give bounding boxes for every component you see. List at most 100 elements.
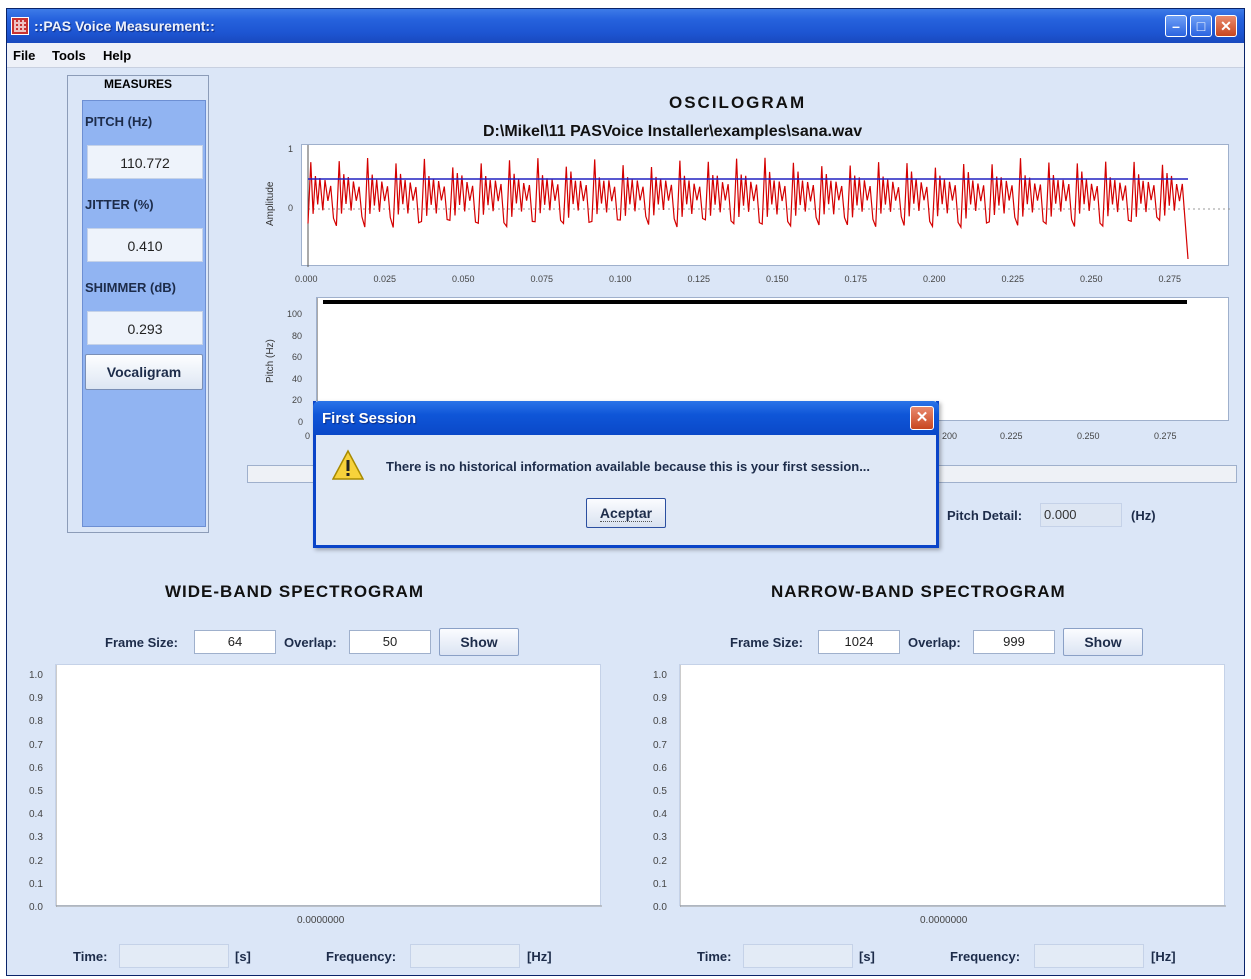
pitch-ytick: 20 [292, 395, 303, 405]
measures-group: MEASURES PITCH (Hz) 110.772 JITTER (%) 0… [67, 75, 209, 533]
narrow-band-plot[interactable] [679, 664, 1226, 907]
narrow-ytick: 0.5 [653, 786, 667, 797]
osc-xtick: 0.250 [1080, 274, 1103, 284]
narrow-time-label: Time: [697, 949, 732, 964]
pitch-xtick: 0.225 [1000, 431, 1023, 441]
wide-overlap-label: Overlap: [284, 635, 337, 650]
wide-overlap-input[interactable]: 50 [349, 630, 431, 654]
osc-xtick: 0.025 [373, 274, 397, 284]
pitch-xtick: 200 [942, 431, 958, 441]
pitch-ytick: 100 [287, 309, 303, 319]
oscilogram-title: OSCILOGRAM [669, 93, 807, 112]
narrow-ytick: 0.7 [653, 739, 667, 751]
dialog-title-bar[interactable]: First Session ✕ [313, 401, 939, 435]
narrow-overlap-label: Overlap: [908, 635, 961, 650]
narrow-time-field[interactable] [743, 944, 853, 968]
warning-icon [332, 449, 364, 480]
dialog-close-button[interactable]: ✕ [910, 406, 934, 430]
shimmer-label: SHIMMER (dB) [85, 280, 176, 295]
pitch-ytick: 60 [292, 352, 303, 362]
amp-tick-0: 0 [288, 203, 294, 213]
amp-tick-1: 1 [288, 144, 294, 154]
narrow-ytick: 0.1 [653, 878, 667, 890]
wide-ytick: 0.2 [29, 855, 43, 867]
narrow-ytick: 0.6 [653, 762, 667, 774]
measures-panel: PITCH (Hz) 110.772 JITTER (%) 0.410 SHIM… [82, 100, 206, 527]
close-button[interactable]: ✕ [1215, 15, 1237, 37]
pitch-xtick: 0.250 [1077, 431, 1100, 441]
narrow-ytick: 0.8 [653, 716, 667, 728]
narrow-show-button[interactable]: Show [1063, 628, 1143, 656]
menu-file[interactable]: File [13, 48, 35, 63]
wide-time-label: Time: [73, 949, 108, 964]
narrow-ytick: 0.3 [653, 832, 667, 844]
vocaligram-button[interactable]: Vocaligram [85, 354, 203, 390]
menu-bar: File Tools Help [7, 43, 1244, 68]
wide-ytick: 0.4 [29, 809, 43, 821]
osc-xtick: 0.100 [609, 274, 632, 284]
osc-xtick: 0.075 [530, 274, 554, 284]
narrow-overlap-input[interactable]: 999 [973, 630, 1055, 654]
wide-frequency-field[interactable] [410, 944, 520, 968]
wide-ytick: 0.3 [29, 832, 43, 844]
maximize-button[interactable]: □ [1190, 15, 1212, 37]
osc-xtick: 0.175 [844, 274, 868, 284]
waveform-line [307, 157, 1189, 260]
pitch-ytick: 80 [292, 330, 303, 341]
narrow-frequency-field[interactable] [1034, 944, 1144, 968]
menu-tools[interactable]: Tools [52, 48, 86, 63]
pitch-detail-unit: (Hz) [1131, 508, 1156, 523]
osc-xtick: 0.050 [452, 274, 475, 284]
measures-title: MEASURES [68, 76, 208, 92]
wide-ytick: 0.6 [29, 762, 43, 774]
aceptar-button[interactable]: Aceptar [586, 498, 666, 528]
narrow-ytick: 0.9 [653, 693, 667, 705]
amplitude-plot[interactable] [301, 144, 1230, 267]
osc-xtick: 0.225 [1001, 274, 1025, 284]
pitch-xtick: 0 [305, 431, 311, 441]
wide-frame-size-input[interactable]: 64 [194, 630, 276, 654]
narrow-xtick: 0.0000000 [920, 915, 968, 926]
wide-frequency-unit: [Hz] [527, 949, 552, 964]
wide-time-field[interactable] [119, 944, 229, 968]
wide-band-title: WIDE-BAND SPECTROGRAM [165, 582, 424, 601]
pitch-ytick: 0 [298, 416, 304, 427]
aceptar-button-label: Aceptar [599, 505, 653, 522]
narrow-ytick: 1.0 [653, 670, 667, 681]
wide-band-plot[interactable] [55, 664, 602, 907]
narrow-frame-size-label: Frame Size: [730, 635, 803, 650]
wide-ytick: 1.0 [29, 670, 43, 681]
jitter-value: 0.410 [87, 228, 203, 262]
narrow-frame-size-input[interactable]: 1024 [818, 630, 900, 654]
amplitude-axis-label: Amplitude [265, 181, 276, 226]
pitch-label: PITCH (Hz) [85, 114, 153, 129]
dialog-title: First Session [322, 410, 417, 427]
dialog-message: There is no historical information avail… [386, 459, 871, 474]
pitch-detail-label: Pitch Detail: [947, 508, 1023, 523]
wide-xtick: 0.0000000 [297, 915, 345, 926]
wide-show-button[interactable]: Show [439, 628, 519, 656]
narrow-band-title: NARROW-BAND SPECTROGRAM [771, 582, 1066, 601]
shimmer-value: 0.293 [87, 311, 203, 345]
narrow-time-unit: [s] [859, 949, 875, 964]
window-title: ::PAS Voice Measurement:: [34, 18, 215, 34]
wide-frequency-label: Frequency: [326, 949, 397, 964]
wide-ytick: 0.5 [29, 786, 43, 797]
pitch-detail-field[interactable]: 0.000 [1040, 503, 1122, 527]
jitter-label: JITTER (%) [85, 197, 154, 212]
menu-help[interactable]: Help [103, 48, 131, 63]
osc-xtick: 0.150 [766, 274, 789, 284]
wide-ytick: 0.7 [29, 739, 43, 751]
pitch-xtick: 0.275 [1154, 431, 1177, 441]
minimize-button[interactable]: – [1165, 15, 1187, 37]
title-bar[interactable]: ::PAS Voice Measurement:: – □ ✕ [7, 9, 1244, 43]
wide-frame-size-label: Frame Size: [105, 635, 178, 650]
osc-xtick: 0.200 [923, 274, 946, 284]
first-session-dialog: First Session ✕ There is no historical i… [313, 401, 939, 548]
app-icon[interactable] [11, 17, 29, 35]
osc-xtick: 0.275 [1158, 274, 1182, 284]
narrow-ytick: 0.0 [653, 902, 667, 913]
waveform [307, 145, 1230, 267]
wide-time-unit: [s] [235, 949, 251, 964]
wide-ytick: 0.1 [29, 878, 43, 890]
